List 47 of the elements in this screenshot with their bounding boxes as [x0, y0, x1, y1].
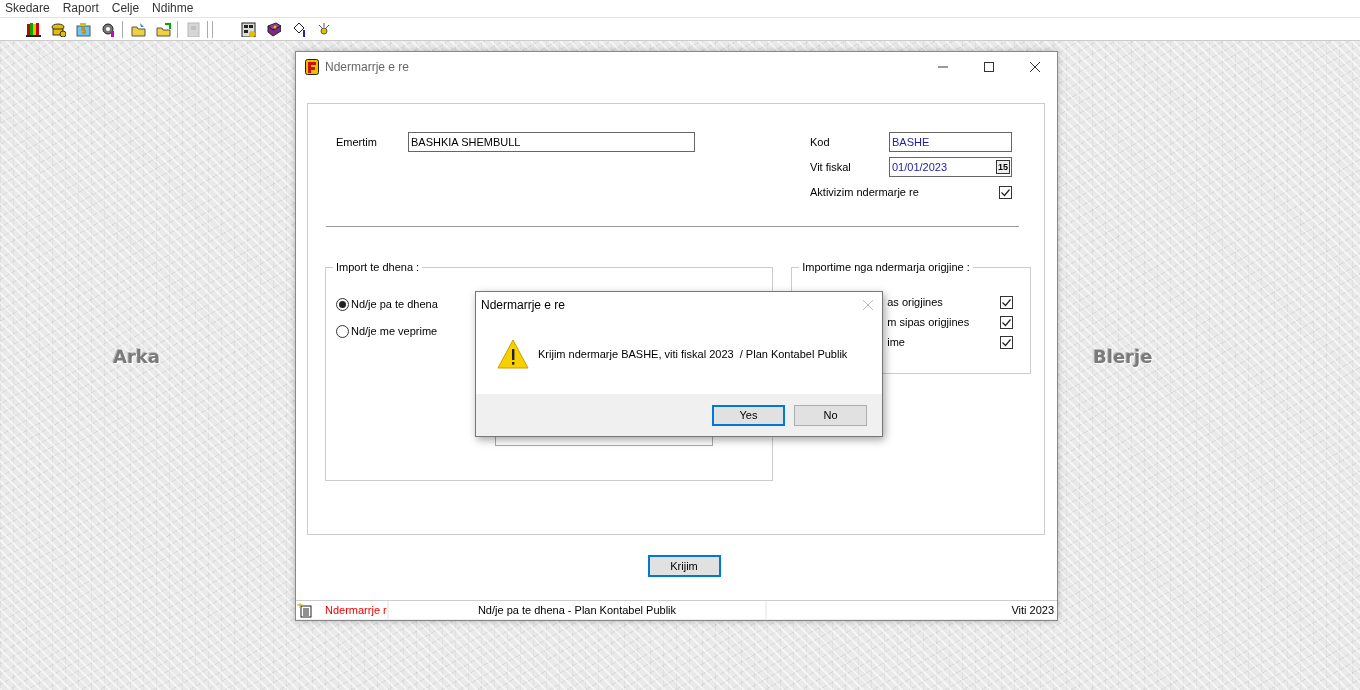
radio-button[interactable]	[336, 297, 349, 311]
desktop-shortcut[interactable]: Blerje	[1093, 346, 1153, 367]
checkbox[interactable]	[1000, 315, 1013, 329]
text-field[interactable]: BASHKIA SHEMBULL	[408, 132, 695, 152]
group-title: Importime nga ndermarja origjine :	[799, 261, 973, 273]
dialog-button[interactable]: No	[794, 404, 867, 426]
folder-icon[interactable]	[155, 20, 172, 38]
dialog-title: Ndermarrje e re	[481, 297, 566, 312]
dialog-button[interactable]: Yes	[712, 404, 785, 426]
window-title: Ndermarrje e re	[325, 59, 410, 74]
field-label: Emertim	[336, 136, 378, 148]
app-logo-icon	[305, 58, 319, 75]
calendar-button[interactable]: 15	[996, 160, 1010, 174]
desktop-shortcut[interactable]: Arka	[113, 346, 160, 367]
radio-button[interactable]	[336, 324, 349, 338]
text-field[interactable]: BASHE	[889, 132, 1012, 152]
folder-icon[interactable]	[130, 20, 147, 38]
field-label: Vit fiskal	[810, 161, 852, 173]
calculator-icon[interactable]	[240, 20, 257, 38]
checkbox-label: m sipas origjines	[887, 316, 970, 328]
checkbox[interactable]	[1000, 335, 1013, 349]
date-field[interactable]: 01/01/2023 15	[889, 157, 1012, 177]
radio-label: Nd/je pa te dhena	[351, 298, 438, 310]
money-icon[interactable]	[75, 20, 92, 38]
checkbox[interactable]	[1000, 295, 1013, 309]
menu-item[interactable]: Ndihme	[152, 0, 201, 17]
status-text: Nd/je pa te dhena - Plan Kontabel Publik	[389, 601, 765, 619]
checkbox[interactable]	[999, 185, 1012, 199]
maximize-icon	[983, 60, 995, 73]
menu-item[interactable]: Raport	[62, 0, 106, 17]
field-label: Aktivizim ndermarje re	[810, 186, 920, 198]
create-button[interactable]: Krijim	[647, 555, 721, 577]
date-value: 01/01/2023	[892, 160, 948, 175]
checkbox-label: as origjines	[887, 296, 943, 308]
group-title: Import te dhena :	[333, 261, 423, 273]
close-icon	[862, 298, 874, 311]
field-label: Kod	[810, 136, 831, 148]
dialog-message: Krijim ndermarje BASHE, viti fiskal 2023 / Plan Kontabel Publik	[538, 347, 848, 360]
close-icon	[1029, 60, 1041, 73]
warning-icon	[497, 338, 529, 369]
status-text: Viti 2023	[767, 601, 1057, 619]
status-text: Ndermarrje r	[325, 604, 387, 616]
menu-item[interactable]: Skedare	[5, 0, 57, 17]
radio-label: Nd/je me veprime	[351, 325, 438, 337]
books-icon[interactable]	[25, 20, 42, 38]
menu-item[interactable]: Celje	[111, 0, 147, 17]
checkbox-label: ime	[887, 336, 905, 348]
